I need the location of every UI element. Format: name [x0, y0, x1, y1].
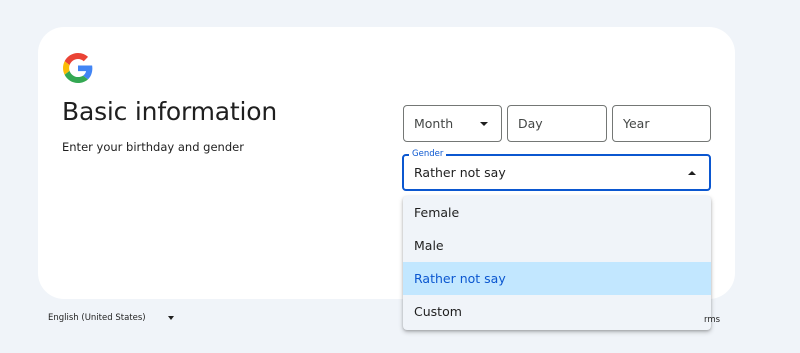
- chevron-down-icon: [480, 122, 488, 126]
- month-select[interactable]: Month: [403, 105, 502, 142]
- language-label: English (United States): [48, 313, 146, 323]
- gender-select[interactable]: Rather not say: [402, 154, 711, 191]
- chevron-down-icon: [167, 316, 174, 320]
- year-input[interactable]: Year: [612, 105, 711, 142]
- gender-option-label: Male: [414, 238, 444, 253]
- gender-option-label: Custom: [414, 304, 462, 319]
- day-input-placeholder: Day: [518, 116, 543, 131]
- year-input-placeholder: Year: [623, 116, 650, 131]
- gender-option-male[interactable]: Male: [403, 229, 711, 262]
- gender-field-label: Gender: [409, 149, 447, 159]
- google-logo-icon: [63, 53, 93, 83]
- gender-option-label: Female: [414, 205, 460, 220]
- gender-selected-value: Rather not say: [414, 165, 506, 180]
- gender-option-female[interactable]: Female: [403, 196, 711, 229]
- gender-option-custom[interactable]: Custom: [403, 295, 711, 328]
- terms-link[interactable]: rms: [704, 315, 720, 325]
- page-subtitle: Enter your birthday and gender: [62, 140, 244, 154]
- language-selector[interactable]: English (United States): [48, 313, 174, 323]
- gender-option-rather-not-say[interactable]: Rather not say: [403, 262, 711, 295]
- day-input[interactable]: Day: [507, 105, 607, 142]
- chevron-up-icon: [688, 171, 696, 175]
- month-select-label: Month: [414, 116, 454, 131]
- page-title: Basic information: [62, 97, 278, 126]
- gender-option-label: Rather not say: [414, 271, 506, 286]
- gender-dropdown-menu: Female Male Rather not say Custom: [403, 196, 711, 330]
